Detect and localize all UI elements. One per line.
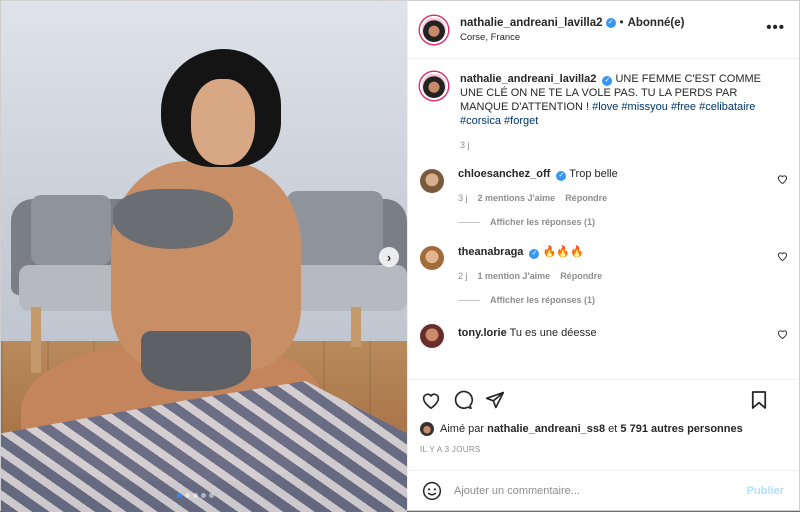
reply-button[interactable]: Répondre xyxy=(565,193,607,203)
verified-badge-icon: ✓ xyxy=(556,171,567,181)
comment-username[interactable]: theanabraga xyxy=(458,246,523,258)
comment-username[interactable]: tony.lorie xyxy=(458,327,507,339)
likes-prefix: Aimé par xyxy=(440,423,485,435)
comment-avatar[interactable] xyxy=(420,169,444,193)
heart-icon[interactable] xyxy=(777,251,788,264)
comment-text: Trop belle xyxy=(569,168,618,180)
chevron-right-icon[interactable]: › xyxy=(379,247,399,267)
hashtag[interactable]: #missyou xyxy=(621,101,667,113)
header-separator: • xyxy=(619,16,624,29)
hashtag[interactable]: #corsica xyxy=(460,115,501,127)
show-replies-label: Afficher les réponses (1) xyxy=(490,217,596,227)
comment-avatar[interactable] xyxy=(420,324,444,348)
carousel-dot xyxy=(209,493,214,498)
post-time-ago[interactable]: IL Y A 3 JOURS xyxy=(420,445,786,454)
verified-badge-icon: ✓ xyxy=(602,76,613,86)
comment-item: chloesanchez_off ✓ Trop belle 3 j 2 ment… xyxy=(408,168,798,227)
photo-cushion xyxy=(287,191,383,265)
verified-badge-icon: ✓ xyxy=(529,249,540,259)
liker-avatar[interactable] xyxy=(420,422,434,436)
carousel-dots xyxy=(177,493,214,498)
comment-text: 🔥🔥🔥 xyxy=(542,246,584,258)
add-comment-bar: Publier xyxy=(408,470,798,510)
likes-conj: et xyxy=(608,423,618,435)
post-caption: nathalie_andreani_lavilla2 ✓ UNE FEMME C… xyxy=(408,60,798,152)
share-icon[interactable] xyxy=(484,390,506,410)
likes-others[interactable]: 5 791 autres personnes xyxy=(620,423,742,435)
comment-likes[interactable]: 2 mentions J'aime xyxy=(478,193,556,203)
bookmark-icon[interactable] xyxy=(748,390,770,410)
post-location[interactable]: Corse, France xyxy=(460,32,684,43)
photo-cushion xyxy=(31,195,111,265)
hashtag[interactable]: #love xyxy=(592,101,618,113)
carousel-dot xyxy=(177,493,182,498)
comment-time[interactable]: 3 j xyxy=(458,193,468,203)
comment-icon[interactable] xyxy=(452,390,474,410)
author-avatar[interactable] xyxy=(420,15,448,44)
caption-username[interactable]: nathalie_andreani_lavilla2 xyxy=(460,73,596,85)
carousel-dot xyxy=(185,493,190,498)
post-photo[interactable]: › xyxy=(1,1,407,512)
heart-icon[interactable] xyxy=(777,329,788,342)
photo-sofa-leg xyxy=(351,307,361,347)
photo-person-face xyxy=(191,79,255,165)
comment-input[interactable] xyxy=(454,484,734,497)
comment-item: tony.lorie Tu es une déesse xyxy=(408,323,798,348)
hashtag[interactable]: #free xyxy=(671,101,696,113)
show-replies-button[interactable]: Afficher les réponses (1) xyxy=(458,295,758,305)
carousel-dot xyxy=(201,493,206,498)
show-replies-label: Afficher les réponses (1) xyxy=(490,295,596,305)
heart-icon[interactable] xyxy=(420,390,442,410)
likes-summary: Aimé par nathalie_andreani_ss8 et 5 791 … xyxy=(420,422,786,436)
caption-avatar[interactable] xyxy=(420,72,448,100)
photo-sofa-leg xyxy=(31,307,41,373)
carousel-dot xyxy=(193,493,198,498)
hashtag[interactable]: #forget xyxy=(504,115,538,127)
comment-likes[interactable]: 1 mention J'aime xyxy=(478,271,551,281)
photo-swimsuit-top xyxy=(113,189,233,249)
reply-button[interactable]: Répondre xyxy=(560,271,602,281)
author-username[interactable]: nathalie_andreani_lavilla2 xyxy=(460,17,603,29)
photo-swimsuit-bottom xyxy=(141,331,251,391)
comment-time[interactable]: 2 j xyxy=(458,271,468,281)
verified-badge-icon: ✓ xyxy=(605,17,616,28)
emoji-icon[interactable] xyxy=(422,481,442,501)
liker-username[interactable]: nathalie_andreani_ss8 xyxy=(487,423,605,435)
comment-item: theanabraga ✓ 🔥🔥🔥 2 j 1 mention J'aime R… xyxy=(408,245,798,305)
comment-username[interactable]: chloesanchez_off xyxy=(458,168,550,180)
publish-button[interactable]: Publier xyxy=(747,485,784,497)
comment-avatar[interactable] xyxy=(420,246,444,270)
show-replies-button[interactable]: Afficher les réponses (1) xyxy=(458,217,758,227)
post-actions: Aimé par nathalie_andreani_ss8 et 5 791 … xyxy=(408,379,798,454)
comment-text: Tu es une déesse xyxy=(509,327,597,339)
caption-time[interactable]: 3 j xyxy=(460,138,770,152)
follow-button[interactable]: Abonné(e) xyxy=(628,17,685,29)
hashtag[interactable]: #celibataire xyxy=(699,101,755,113)
comments-list[interactable]: nathalie_andreani_lavilla2 ✓ UNE FEMME C… xyxy=(408,60,798,378)
post-side-panel: nathalie_andreani_lavilla2 ✓ • Abonné(e)… xyxy=(407,1,799,510)
post-header: nathalie_andreani_lavilla2 ✓ • Abonné(e)… xyxy=(408,1,799,59)
heart-icon[interactable] xyxy=(777,174,788,187)
post-modal: › nathalie_andreani_lavilla2 ✓ • Abonné(… xyxy=(0,0,800,512)
more-options-icon[interactable]: ••• xyxy=(766,19,785,36)
